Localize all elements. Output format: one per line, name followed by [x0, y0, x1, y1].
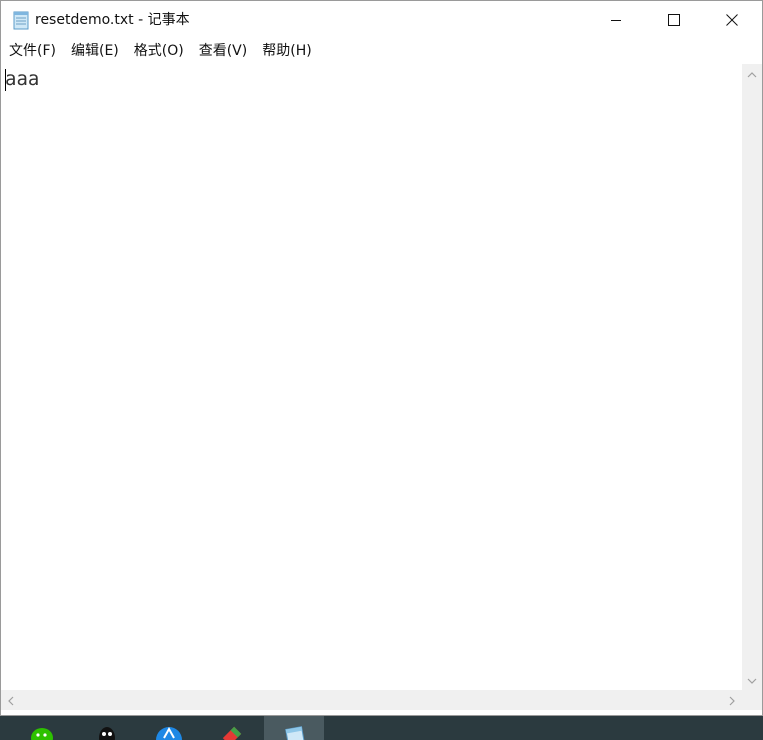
scroll-left-button[interactable] [1, 690, 21, 710]
chevron-right-icon [727, 691, 737, 710]
close-icon [726, 14, 738, 26]
menu-edit[interactable]: 编辑(E) [64, 40, 126, 62]
taskbar-app-store[interactable] [139, 716, 199, 740]
chevron-up-icon [747, 65, 757, 84]
pencil-app-icon [216, 716, 246, 740]
taskbar [0, 716, 763, 740]
window-title: resetdemo.txt - 记事本 [35, 12, 190, 28]
qq-icon [92, 716, 122, 740]
minimize-button[interactable] [587, 1, 645, 39]
notepad-icon [279, 716, 309, 740]
chevron-left-icon [6, 691, 16, 710]
menu-file[interactable]: 文件(F) [2, 40, 63, 62]
horizontal-scrollbar[interactable] [1, 690, 742, 710]
text-editor-area[interactable]: aaa [1, 64, 742, 690]
scrollbar-corner [742, 690, 762, 710]
app-store-icon [154, 716, 184, 740]
maximize-icon [668, 14, 680, 26]
notepad-icon [11, 10, 31, 30]
title-bar[interactable]: resetdemo.txt - 记事本 [1, 1, 762, 39]
editor-content: aaa [5, 68, 40, 90]
scroll-right-button[interactable] [722, 690, 742, 710]
taskbar-app-qq[interactable] [77, 716, 137, 740]
taskbar-app-notepad[interactable] [264, 716, 324, 740]
minimize-icon [610, 14, 622, 26]
taskbar-app-wechat[interactable] [14, 716, 74, 740]
menu-format[interactable]: 格式(O) [127, 40, 191, 62]
maximize-button[interactable] [645, 1, 703, 39]
notepad-window: resetdemo.txt - 记事本 文件(F) 编辑(E) 格式(O) 查看… [0, 0, 763, 716]
vertical-scrollbar[interactable] [742, 64, 762, 690]
taskbar-app-pencil[interactable] [201, 716, 261, 740]
scroll-down-button[interactable] [742, 670, 762, 690]
chevron-down-icon [747, 671, 757, 690]
menu-bar: 文件(F) 编辑(E) 格式(O) 查看(V) 帮助(H) [1, 39, 762, 63]
menu-help[interactable]: 帮助(H) [255, 40, 318, 62]
close-button[interactable] [703, 1, 761, 39]
menu-view[interactable]: 查看(V) [192, 40, 255, 62]
wechat-icon [29, 716, 59, 740]
scroll-up-button[interactable] [742, 64, 762, 84]
